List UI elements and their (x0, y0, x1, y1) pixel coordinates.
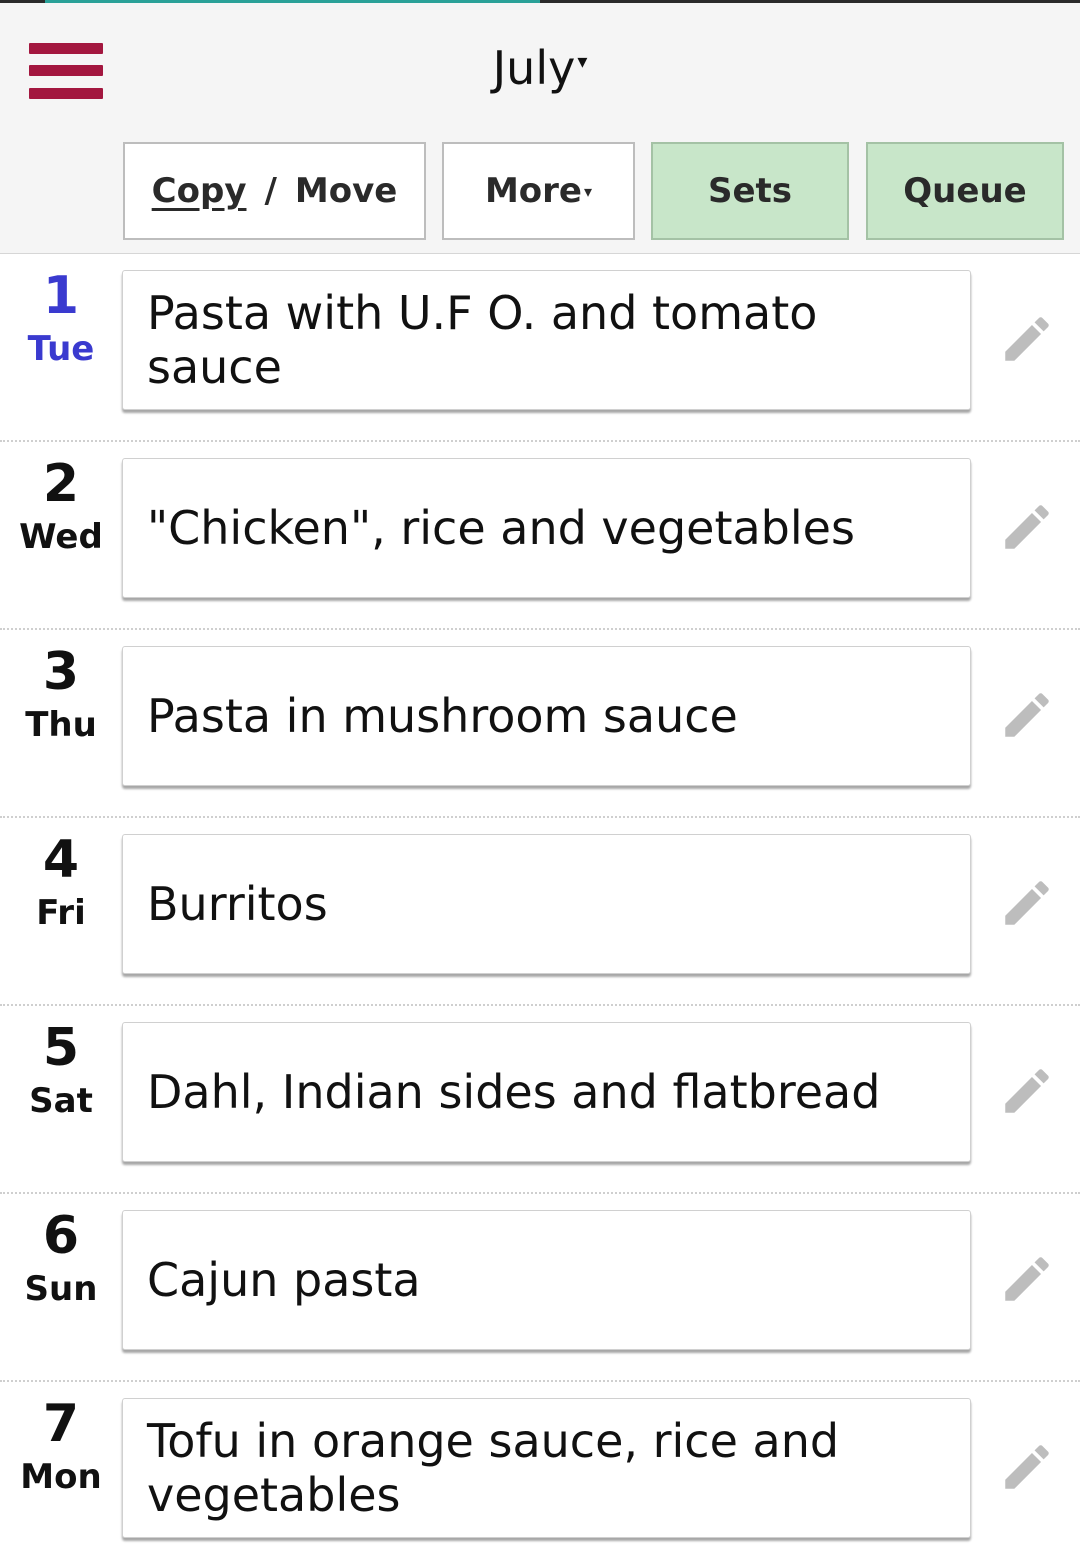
pencil-icon[interactable] (998, 686, 1056, 744)
day-name: Fri (36, 893, 86, 933)
more-label: More (484, 171, 582, 211)
day-row: 2 Wed "Chicken", rice and vegetables (0, 442, 1080, 630)
meal-card[interactable]: Burritos (122, 834, 971, 974)
meal-card[interactable]: Dahl, Indian sides and flatbread (122, 1022, 971, 1162)
day-row: 4 Fri Burritos (0, 818, 1080, 1006)
meal-card[interactable]: Tofu in orange sauce, rice and vegetable… (122, 1398, 971, 1538)
day-number: 1 (42, 266, 80, 326)
copy-move-button[interactable]: Copy / Move (123, 142, 426, 240)
pencil-icon[interactable] (998, 1250, 1056, 1308)
day-name: Sat (29, 1081, 93, 1121)
pencil-icon[interactable] (998, 1438, 1056, 1496)
month-label: July (492, 41, 576, 95)
day-row: 5 Sat Dahl, Indian sides and flatbread (0, 1006, 1080, 1194)
day-number: 6 (42, 1206, 80, 1266)
day-name: Wed (19, 517, 103, 557)
day-list: 1 Tue Pasta with U.F O. and tomato sauce… (0, 254, 1080, 1551)
meal-card[interactable]: Cajun pasta (122, 1210, 971, 1350)
queue-button[interactable]: Queue (866, 142, 1064, 240)
meal-card[interactable]: "Chicken", rice and vegetables (122, 458, 971, 598)
caret-down-icon: ▾ (577, 49, 588, 73)
day-name: Sun (24, 1269, 98, 1309)
move-label[interactable]: Move (295, 171, 397, 211)
day-row: 6 Sun Cajun pasta (0, 1194, 1080, 1382)
meal-card[interactable]: Pasta with U.F O. and tomato sauce (122, 270, 971, 410)
day-name: Thu (25, 705, 97, 745)
meal-card[interactable]: Pasta in mushroom sauce (122, 646, 971, 786)
day-number: 7 (42, 1394, 80, 1454)
day-row: 7 Mon Tofu in orange sauce, rice and veg… (0, 1382, 1080, 1551)
month-selector[interactable]: July ▾ (440, 41, 640, 95)
day-name: Tue (27, 329, 95, 369)
day-number: 3 (42, 642, 80, 702)
pencil-icon[interactable] (998, 498, 1056, 556)
day-number: 2 (42, 454, 80, 514)
pencil-icon[interactable] (998, 310, 1056, 368)
day-row: 1 Tue Pasta with U.F O. and tomato sauce (0, 254, 1080, 442)
copy-label[interactable]: Copy (152, 171, 247, 211)
sets-button[interactable]: Sets (651, 142, 849, 240)
sets-label: Sets (707, 171, 793, 211)
pencil-icon[interactable] (998, 1062, 1056, 1120)
pencil-icon[interactable] (998, 874, 1056, 932)
day-name: Mon (20, 1457, 102, 1497)
queue-label: Queue (903, 171, 1027, 211)
more-button[interactable]: More ▾ (442, 142, 635, 240)
day-number: 4 (42, 830, 80, 890)
menu-icon[interactable] (29, 43, 103, 103)
header: July ▾ Copy / Move More ▾ Sets Queue (0, 3, 1080, 254)
day-number: 5 (42, 1018, 80, 1078)
caret-down-icon: ▾ (584, 181, 593, 201)
separator: / (264, 171, 277, 211)
day-row: 3 Thu Pasta in mushroom sauce (0, 630, 1080, 818)
